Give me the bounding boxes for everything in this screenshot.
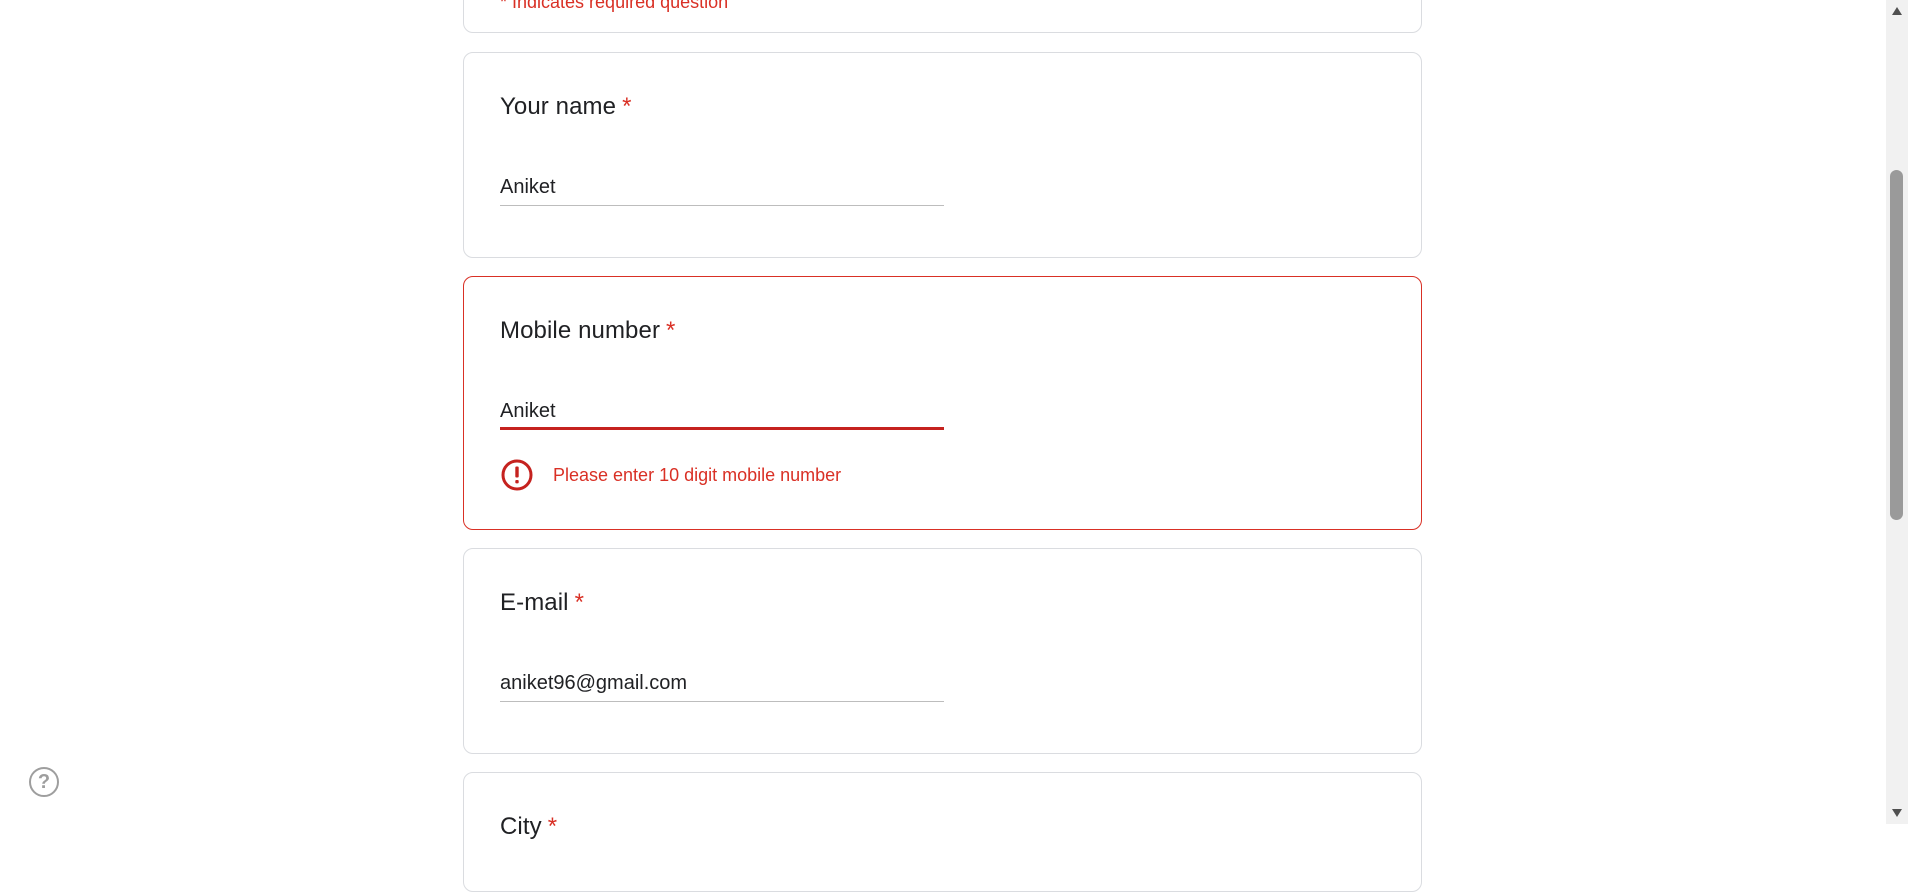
arrow-down-icon[interactable] — [1886, 802, 1908, 824]
mobile-number-input[interactable]: Aniket — [500, 400, 944, 430]
question-card-mobile: Mobile number * Aniket Please enter 10 di… — [463, 276, 1422, 530]
name-input[interactable]: Aniket — [500, 176, 944, 206]
question-title-mobile: Mobile number * — [500, 317, 676, 344]
question-title-name: Your name * — [500, 93, 632, 120]
help-circle-icon[interactable]: ? — [29, 767, 59, 797]
arrow-up-icon[interactable] — [1886, 0, 1908, 22]
vertical-scrollbar[interactable] — [1886, 0, 1908, 824]
required-asterisk: * — [547, 813, 558, 840]
error-message: Please enter 10 digit mobile number — [553, 464, 842, 485]
form-header-card: * Indicates required question — [463, 0, 1422, 33]
question-title-city: City * — [500, 813, 558, 840]
scrollbar-thumb[interactable] — [1890, 170, 1903, 520]
required-asterisk: * — [622, 93, 632, 120]
required-note: * Indicates required question — [500, 0, 729, 12]
question-title-email: E-mail * — [500, 589, 585, 616]
question-card-email: E-mail * aniket96@gmail.com — [463, 548, 1422, 754]
error-message-row: Please enter 10 digit mobile number — [500, 458, 841, 492]
error-circle-icon — [501, 459, 533, 491]
required-asterisk: * — [666, 317, 676, 344]
question-card-city: City * — [463, 772, 1422, 892]
question-card-name: Your name * Aniket — [463, 52, 1422, 258]
required-asterisk: * — [574, 589, 585, 616]
email-input[interactable]: aniket96@gmail.com — [500, 672, 944, 702]
